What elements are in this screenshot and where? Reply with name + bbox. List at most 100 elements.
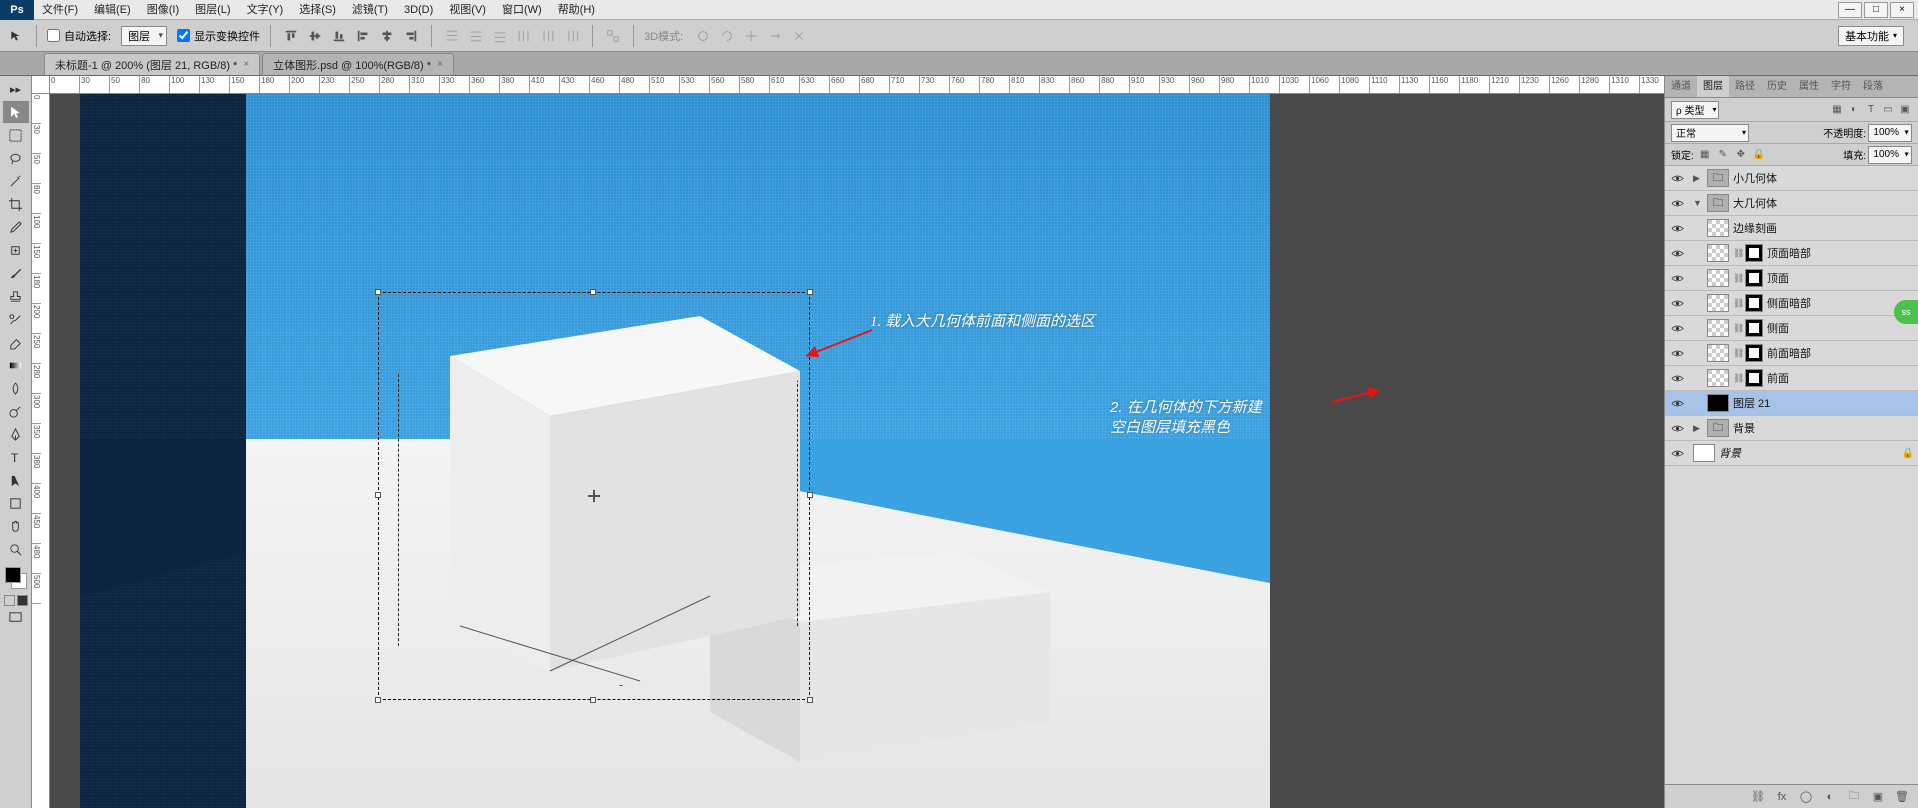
- quickmask-toggle[interactable]: [4, 595, 28, 606]
- distribute-vcenter-icon[interactable]: [466, 26, 486, 46]
- marquee-tool[interactable]: [3, 124, 29, 146]
- layer-row[interactable]: ▶🗀小几何体: [1665, 166, 1918, 191]
- twisty-icon[interactable]: ▶: [1693, 423, 1703, 434]
- mask-link-icon[interactable]: ⛓: [1733, 248, 1741, 259]
- filter-type-icon[interactable]: T: [1864, 103, 1878, 117]
- layer-row[interactable]: ▶🗀背景: [1665, 416, 1918, 441]
- menu-edit[interactable]: 编辑(E): [86, 0, 139, 20]
- layer-name[interactable]: 侧面: [1767, 320, 1789, 336]
- side-badge[interactable]: ss: [1894, 300, 1918, 324]
- blur-tool[interactable]: [3, 377, 29, 399]
- shape-tool[interactable]: [3, 492, 29, 514]
- 3d-pan-icon[interactable]: [741, 26, 761, 46]
- layer-row[interactable]: ⛓侧面: [1665, 316, 1918, 341]
- maximize-button[interactable]: □: [1864, 2, 1888, 18]
- menu-image[interactable]: 图像(I): [139, 0, 187, 20]
- layer-row[interactable]: ⛓ 顶面暗部: [1665, 241, 1918, 266]
- type-tool[interactable]: T: [3, 446, 29, 468]
- heal-tool[interactable]: [3, 239, 29, 261]
- pen-tool[interactable]: [3, 423, 29, 445]
- layer-name[interactable]: 侧面暗部: [1767, 295, 1811, 311]
- layer-row[interactable]: ⛓ 顶面: [1665, 266, 1918, 291]
- crop-tool[interactable]: [3, 193, 29, 215]
- align-top-icon[interactable]: [281, 26, 301, 46]
- layer-row[interactable]: ⛓前面暗部: [1665, 341, 1918, 366]
- eraser-tool[interactable]: [3, 331, 29, 353]
- lockpos-icon[interactable]: ✥: [1734, 148, 1748, 162]
- mask-thumb[interactable]: [1745, 269, 1763, 287]
- visibility-icon[interactable]: [1669, 270, 1685, 286]
- mask-thumb[interactable]: [1745, 319, 1763, 337]
- mask-link-icon[interactable]: ⛓: [1733, 273, 1741, 284]
- panel-tab-character[interactable]: 字符: [1825, 76, 1857, 97]
- horizontal-ruler[interactable]: 0305080100130150180200230250280310330360…: [50, 76, 1664, 94]
- workspace-switcher[interactable]: 基本功能▾: [1830, 26, 1912, 46]
- color-swatches[interactable]: [3, 565, 29, 591]
- visibility-icon[interactable]: [1669, 170, 1685, 186]
- layer-name[interactable]: 顶面: [1767, 270, 1789, 286]
- filter-shape-icon[interactable]: ▭: [1881, 103, 1895, 117]
- auto-align-icon[interactable]: [603, 26, 623, 46]
- document-viewport[interactable]: 1. 载入大几何体前面和侧面的选区 2. 在几何体的下方新建 空白图层填充黑色: [50, 94, 1664, 808]
- menu-filter[interactable]: 滤镜(T): [344, 0, 396, 20]
- dodge-tool[interactable]: [3, 400, 29, 422]
- new-group-icon[interactable]: 🗀: [1846, 789, 1862, 805]
- 3d-orbit-icon[interactable]: [693, 26, 713, 46]
- menu-layer[interactable]: 图层(L): [187, 0, 238, 20]
- visibility-icon[interactable]: [1669, 195, 1685, 211]
- vertical-ruler[interactable]: 0305080100150180200250280300350380400450…: [32, 94, 50, 808]
- menu-3d[interactable]: 3D(D): [396, 0, 441, 20]
- visibility-icon[interactable]: [1669, 395, 1685, 411]
- filter-smart-icon[interactable]: ▣: [1898, 103, 1912, 117]
- distribute-hcenter-icon[interactable]: [538, 26, 558, 46]
- visibility-icon[interactable]: [1669, 370, 1685, 386]
- menu-type[interactable]: 文字(Y): [239, 0, 292, 20]
- layer-name[interactable]: 背景: [1719, 445, 1741, 461]
- tool-expand-icon[interactable]: ▸▸: [3, 78, 29, 100]
- menu-file[interactable]: 文件(F): [34, 0, 86, 20]
- layer-name[interactable]: 图层 21: [1733, 395, 1770, 411]
- layer-list[interactable]: ▶🗀小几何体▼🗀大几何体边缘刻画⛓顶面暗部⛓顶面⛓侧面暗部⛓侧面⛓前面暗部⛓前面…: [1665, 166, 1918, 784]
- lockall-icon[interactable]: 🔒: [1752, 148, 1766, 162]
- link-layers-icon[interactable]: ⛓: [1750, 789, 1766, 805]
- menu-view[interactable]: 视图(V): [441, 0, 494, 20]
- minimize-button[interactable]: —: [1838, 2, 1862, 18]
- fill-input[interactable]: 100%: [1868, 146, 1912, 164]
- layer-row[interactable]: 图层 21: [1665, 391, 1918, 416]
- 3d-slide-icon[interactable]: [765, 26, 785, 46]
- lockpaint-icon[interactable]: ✎: [1716, 148, 1730, 162]
- visibility-icon[interactable]: [1669, 295, 1685, 311]
- auto-select-checkbox[interactable]: 自动选择:: [47, 28, 111, 44]
- mask-link-icon[interactable]: ⛓: [1733, 298, 1741, 309]
- menu-select[interactable]: 选择(S): [291, 0, 344, 20]
- layer-row[interactable]: ▼🗀大几何体: [1665, 191, 1918, 216]
- 3d-zoom-icon[interactable]: [789, 26, 809, 46]
- close-icon[interactable]: ×: [437, 59, 443, 70]
- visibility-icon[interactable]: [1669, 245, 1685, 261]
- layer-kind-dropdown[interactable]: ρ 类型: [1671, 101, 1719, 119]
- twisty-icon[interactable]: ▼: [1693, 198, 1703, 208]
- panel-tab-history[interactable]: 历史: [1761, 76, 1793, 97]
- filter-adjust-icon[interactable]: ◐: [1847, 103, 1861, 117]
- visibility-icon[interactable]: [1669, 420, 1685, 436]
- layer-name[interactable]: 前面暗部: [1767, 345, 1811, 361]
- align-right-icon[interactable]: [401, 26, 421, 46]
- lockpix-icon[interactable]: ▦: [1698, 148, 1712, 162]
- path-select-tool[interactable]: [3, 469, 29, 491]
- gradient-tool[interactable]: [3, 354, 29, 376]
- layer-name[interactable]: 小几何体: [1733, 170, 1777, 186]
- move-tool[interactable]: [3, 101, 29, 123]
- blend-mode-dropdown[interactable]: 正常: [1671, 124, 1749, 142]
- layer-name[interactable]: 边缘刻画: [1733, 220, 1777, 236]
- layer-row[interactable]: 边缘刻画: [1665, 216, 1918, 241]
- distribute-bottom-icon[interactable]: [490, 26, 510, 46]
- opacity-input[interactable]: 100%: [1868, 124, 1912, 142]
- brush-tool[interactable]: [3, 262, 29, 284]
- new-layer-icon[interactable]: ▣: [1870, 789, 1886, 805]
- close-icon[interactable]: ×: [243, 59, 249, 70]
- screenmode-tool[interactable]: [3, 606, 29, 628]
- layer-name[interactable]: 顶面暗部: [1767, 245, 1811, 261]
- mask-thumb[interactable]: [1745, 369, 1763, 387]
- foreground-swatch[interactable]: [5, 567, 21, 583]
- layer-name[interactable]: 背景: [1733, 420, 1755, 436]
